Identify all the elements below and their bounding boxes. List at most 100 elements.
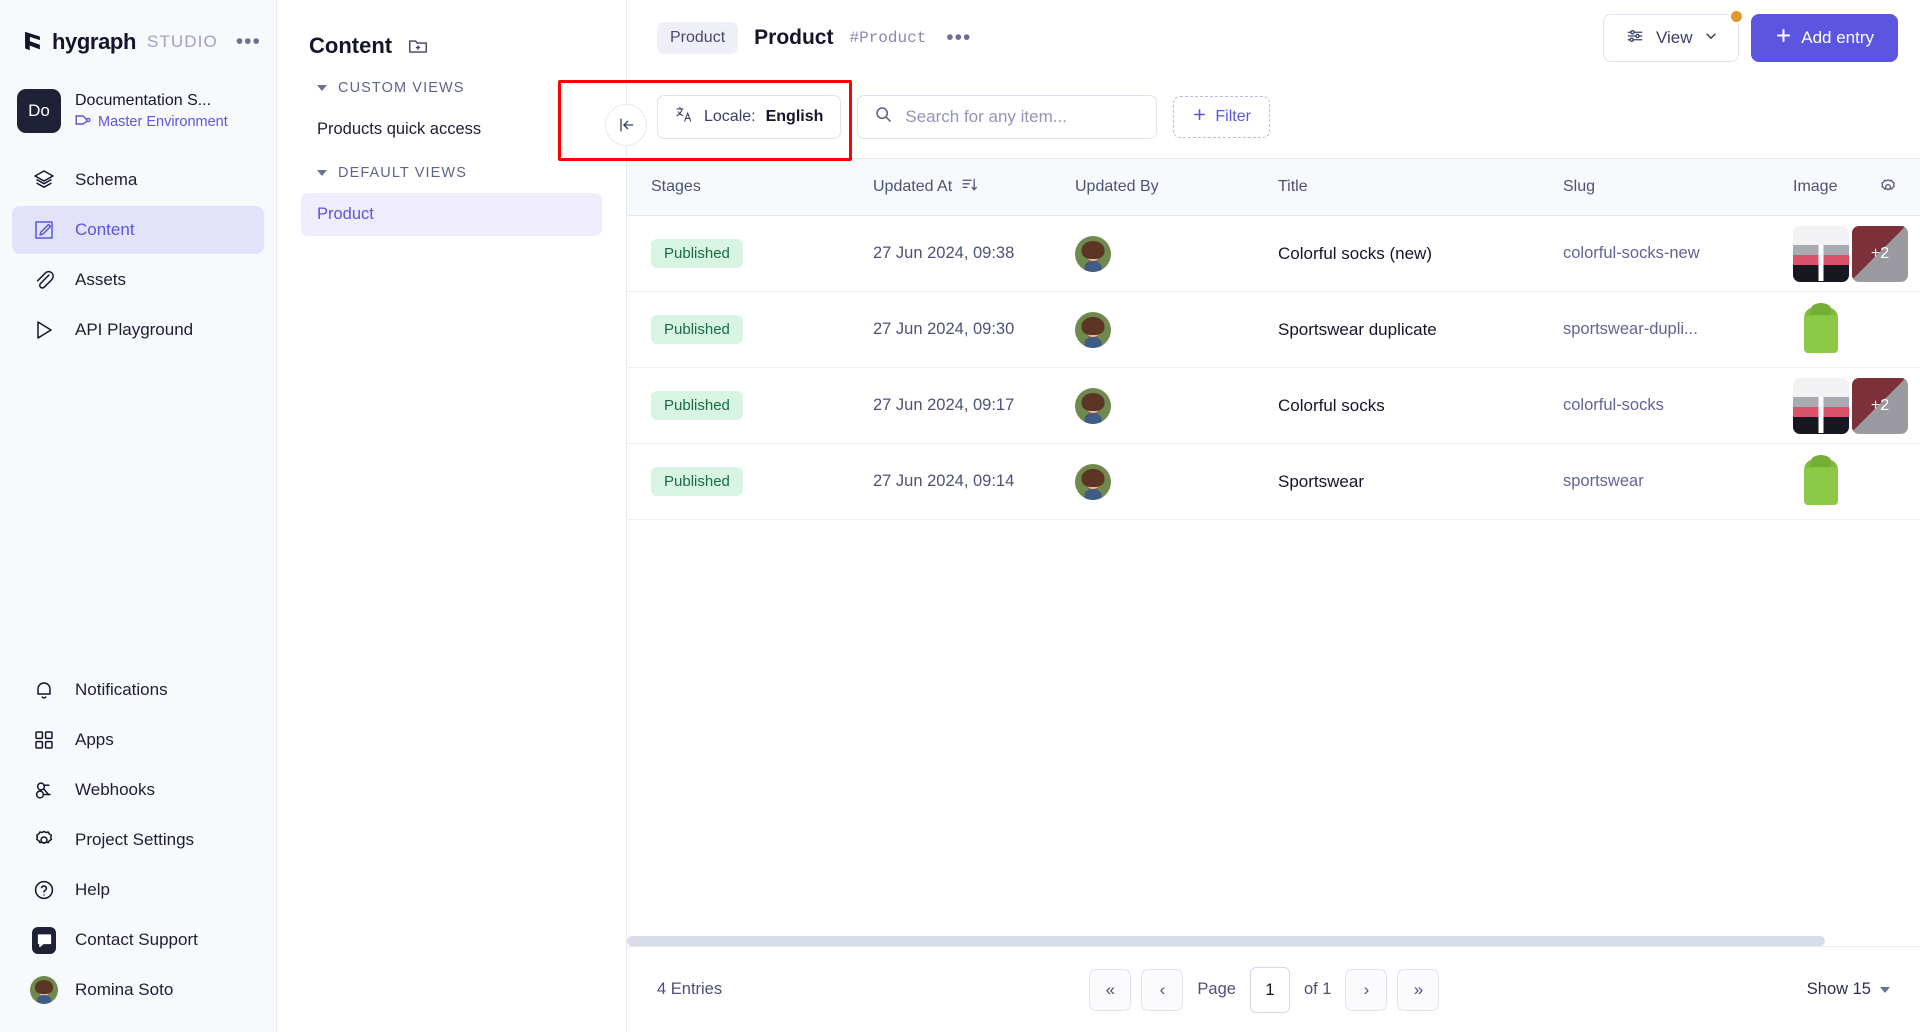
filter-label: Filter <box>1215 108 1251 126</box>
main-area: Product Product #Product ••• View Add e <box>627 0 1920 1032</box>
thumbnail-image <box>1793 378 1849 434</box>
table-row[interactable]: Published 27 Jun 2024, 09:38 Colorful so… <box>627 216 1920 292</box>
cell-stages: Published <box>627 391 849 420</box>
brand-ellipsis-icon[interactable]: ••• <box>236 37 261 47</box>
page-size-label: Show 15 <box>1807 980 1871 999</box>
sort-desc-icon[interactable] <box>961 176 978 198</box>
add-filter-button[interactable]: Filter <box>1173 96 1270 138</box>
sidebar-item-user-profile[interactable]: Romina Soto <box>12 966 264 1014</box>
cell-image <box>1769 454 1920 510</box>
view-button[interactable]: View <box>1603 14 1739 62</box>
sidebar-item-help[interactable]: Help <box>12 866 264 914</box>
horizontal-scrollbar[interactable] <box>627 936 1920 946</box>
sidebar-item-content[interactable]: Content <box>12 206 264 254</box>
prev-page-button[interactable]: ‹ <box>1141 969 1183 1011</box>
default-views-group-header[interactable]: DEFAULT VIEWS <box>301 151 602 193</box>
sidebar-item-notifications[interactable]: Notifications <box>12 666 264 714</box>
column-header-updated-by[interactable]: Updated By <box>1051 178 1254 196</box>
cell-title: Colorful socks <box>1254 396 1539 416</box>
sliders-icon <box>1625 26 1645 51</box>
cell-stages: Published <box>627 239 849 268</box>
layers-icon <box>32 168 56 192</box>
table-row[interactable]: Published 27 Jun 2024, 09:17 Colorful so… <box>627 368 1920 444</box>
sidebar-item-contact-support[interactable]: Contact Support <box>12 916 264 964</box>
paperclip-icon <box>32 268 56 292</box>
sidebar-item-label: Assets <box>75 270 126 290</box>
view-item-products-quick-access[interactable]: Products quick access <box>301 108 602 151</box>
custom-views-group: CUSTOM VIEWS Products quick access <box>277 66 626 151</box>
cell-updated-by <box>1051 464 1254 500</box>
plus-icon <box>1192 107 1207 127</box>
environment-branch-icon <box>75 113 91 131</box>
collapse-panel-icon[interactable] <box>605 104 647 146</box>
page-input[interactable] <box>1250 967 1290 1013</box>
column-header-stages[interactable]: Stages <box>627 178 849 196</box>
cell-updated-at: 27 Jun 2024, 09:38 <box>849 244 1051 263</box>
default-views-label: DEFAULT VIEWS <box>338 165 467 181</box>
sidebar-item-webhooks[interactable]: Webhooks <box>12 766 264 814</box>
sidebar-spacer <box>0 356 276 664</box>
project-avatar: Do <box>17 89 61 133</box>
view-item-product[interactable]: Product <box>301 193 602 236</box>
table-settings-gear-icon[interactable] <box>1878 177 1920 197</box>
chevron-down-icon <box>317 85 327 91</box>
sidebar-item-assets[interactable]: Assets <box>12 256 264 304</box>
default-views-group: DEFAULT VIEWS Product <box>277 151 626 236</box>
brand-studio-label: STUDIO <box>147 32 218 52</box>
translate-icon <box>675 105 694 129</box>
column-label: Updated By <box>1075 178 1159 196</box>
column-header-updated-at[interactable]: Updated At <box>849 176 1051 198</box>
sidebar-item-api-playground[interactable]: API Playground <box>12 306 264 354</box>
add-entry-button[interactable]: Add entry <box>1751 14 1898 62</box>
column-header-slug[interactable]: Slug <box>1539 178 1769 196</box>
locale-selector[interactable]: Locale: English <box>657 95 841 139</box>
webhook-icon <box>32 778 56 802</box>
search-input[interactable] <box>905 107 1140 127</box>
page-size-selector[interactable]: Show 15 <box>1807 980 1890 999</box>
cell-updated-by <box>1051 236 1254 272</box>
cell-updated-by <box>1051 312 1254 348</box>
thumbnail-overflow-badge: +2 <box>1852 378 1908 434</box>
cell-slug: colorful-socks-new <box>1539 244 1769 263</box>
search-box[interactable] <box>857 95 1157 139</box>
column-label: Updated At <box>873 178 952 196</box>
locale-value: English <box>766 108 824 126</box>
breadcrumb-chip[interactable]: Product <box>657 22 738 54</box>
cell-image: +2 <box>1769 378 1920 434</box>
sidebar-item-label: Webhooks <box>75 780 155 800</box>
custom-views-group-header[interactable]: CUSTOM VIEWS <box>301 66 602 108</box>
views-panel-title: Content <box>309 33 392 59</box>
scrollbar-thumb[interactable] <box>627 936 1825 946</box>
project-switcher[interactable]: Do Documentation S... Master Environment <box>0 62 276 138</box>
status-badge: Published <box>651 391 743 420</box>
first-page-button[interactable]: « <box>1089 969 1131 1011</box>
sidebar-item-label: Project Settings <box>75 830 194 850</box>
next-page-button[interactable]: › <box>1345 969 1387 1011</box>
sidebar-nav-bottom: Notifications Apps Webhooks Project Sett… <box>0 664 276 1032</box>
cell-title: Colorful socks (new) <box>1254 244 1539 264</box>
entries-count: 4 Entries <box>657 980 722 999</box>
cell-slug: colorful-socks <box>1539 396 1769 415</box>
add-folder-icon[interactable] <box>407 35 429 57</box>
view-item-label: Product <box>317 205 374 224</box>
sidebar-item-schema[interactable]: Schema <box>12 156 264 204</box>
column-header-title[interactable]: Title <box>1254 178 1539 196</box>
column-label: Stages <box>651 178 701 196</box>
thumbnail-overflow-count: +2 <box>1871 245 1889 263</box>
table-row[interactable]: Published 27 Jun 2024, 09:30 Sportswear … <box>627 292 1920 368</box>
chat-bubble-icon <box>32 928 56 952</box>
table-row[interactable]: Published 27 Jun 2024, 09:14 Sportswear … <box>627 444 1920 520</box>
status-badge: Published <box>651 467 743 496</box>
question-circle-icon <box>32 878 56 902</box>
thumbnail-overflow-count: +2 <box>1871 397 1889 415</box>
sidebar-item-project-settings[interactable]: Project Settings <box>12 816 264 864</box>
last-page-button[interactable]: » <box>1397 969 1439 1011</box>
column-header-image[interactable]: Image <box>1769 178 1878 196</box>
cell-image <box>1769 302 1920 358</box>
sidebar-item-label: Romina Soto <box>75 980 173 1000</box>
sidebar-item-apps[interactable]: Apps <box>12 716 264 764</box>
content-edit-icon <box>32 218 56 242</box>
bell-icon <box>32 678 56 702</box>
model-ellipsis-icon[interactable]: ••• <box>946 34 971 42</box>
project-environment[interactable]: Master Environment <box>75 113 228 131</box>
